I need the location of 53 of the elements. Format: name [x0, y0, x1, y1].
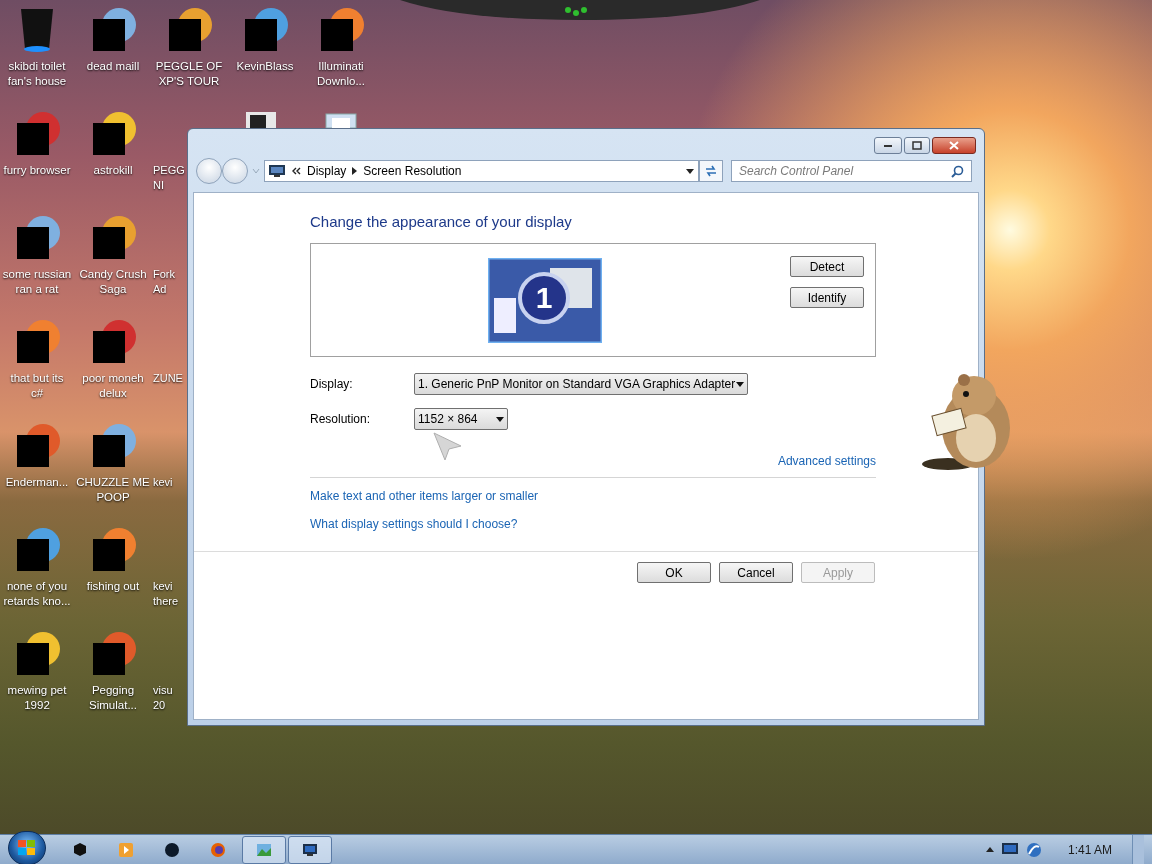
monitor-icon: [269, 164, 285, 178]
chevron-icon: [291, 167, 301, 175]
refresh-icon: [704, 164, 718, 178]
breadcrumb-arrow-icon[interactable]: [352, 167, 358, 175]
help-link[interactable]: What display settings should I choose?: [310, 515, 518, 533]
field-label: Display:: [310, 376, 354, 393]
breadcrumb[interactable]: Screen Resolution: [363, 162, 462, 180]
minimize-button[interactable]: [874, 137, 902, 154]
windows-logo-icon: [18, 839, 36, 856]
search-field[interactable]: Search Control Panel: [731, 160, 972, 182]
taskbar-clock[interactable]: 1:41 AM: [1068, 840, 1124, 859]
caret-icon: [736, 381, 744, 387]
media-player-icon: [117, 840, 135, 859]
desktop-icon[interactable]: [324, 112, 358, 128]
dialog-button[interactable]: Cancel: [719, 562, 793, 583]
mouse-pointer-icon: [433, 432, 463, 462]
desktop-icon-label[interactable]: kevi there: [153, 579, 179, 609]
search-icon: [951, 164, 964, 178]
dropdown[interactable]: 1152 × 864: [414, 408, 508, 430]
help-link[interactable]: Make text and other items larger or smaller: [310, 487, 539, 505]
dropdown-caret-icon[interactable]: [686, 168, 694, 174]
action-button[interactable]: Identify: [790, 287, 864, 308]
close-icon: [949, 141, 959, 150]
desktop-icon-label[interactable]: visu 20: [153, 683, 173, 713]
monitor-drawing[interactable]: [488, 258, 602, 343]
refresh-button[interactable]: [699, 160, 723, 182]
close-button[interactable]: [932, 137, 976, 154]
dialog-button[interactable]: OK: [637, 562, 711, 583]
breadcrumb[interactable]: Display: [307, 162, 347, 180]
firefox-icon: [209, 840, 227, 859]
advanced-settings-link[interactable]: Advanced settings: [777, 452, 876, 470]
history-caret-icon: [252, 168, 260, 174]
dropdown[interactable]: 1. Generic PnP Monitor on Standard VGA Graphics Adapter: [414, 373, 748, 395]
start-button[interactable]: [8, 830, 46, 864]
caret-icon: [496, 416, 504, 422]
show-hidden-icons-caret-icon[interactable]: [986, 847, 994, 852]
page-heading: Change the appearance of your display: [310, 212, 573, 232]
display-number: 1: [534, 280, 554, 316]
dark-circle-icon: [163, 840, 181, 859]
address-bar[interactable]: Display Screen Resolution: [264, 160, 699, 182]
desktop-icon-label[interactable]: kevi: [153, 475, 173, 490]
cube-icon: [71, 840, 89, 859]
search-input[interactable]: Search Control Panel: [739, 162, 951, 180]
desktop-icon[interactable]: [244, 110, 278, 128]
maximize-button[interactable]: [904, 137, 930, 154]
desktop-icon-label[interactable]: PEGG NI: [153, 163, 185, 193]
taskbar-button[interactable]: [288, 835, 332, 864]
action-button[interactable]: Detect: [790, 256, 864, 277]
field-label: Resolution:: [310, 411, 372, 428]
desktop-icon-label[interactable]: Fork Ad: [153, 267, 175, 297]
restore-icon: [911, 140, 923, 151]
network-icon[interactable]: [1026, 841, 1042, 858]
monitor-icon[interactable]: [1002, 843, 1018, 856]
